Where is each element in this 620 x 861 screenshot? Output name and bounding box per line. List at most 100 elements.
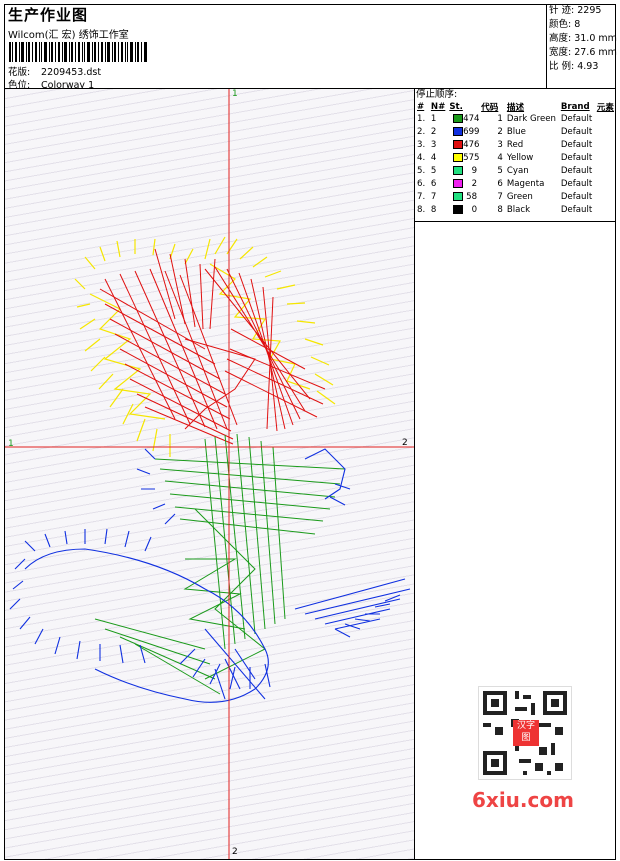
page-title: 生产作业图 bbox=[8, 6, 89, 24]
stitch-count-value: 9 bbox=[471, 166, 478, 176]
color-swatch bbox=[453, 153, 464, 162]
row-element bbox=[595, 204, 616, 217]
row-code: 8 bbox=[497, 205, 503, 215]
stop-sequence-table: # N# St. 代码 描述 Brand 元素 1. 1 474 1 Dark Gree… bbox=[415, 101, 616, 217]
row-code: 6 bbox=[497, 179, 503, 189]
watermark: 汉字图 6xiu.com bbox=[470, 680, 588, 812]
row-brand: Default bbox=[560, 140, 593, 150]
design-canvas: 1 2 1 2 bbox=[5, 89, 414, 859]
bottom-axis-marker: 2 bbox=[232, 847, 238, 857]
row-needle: 4 bbox=[430, 153, 437, 163]
row-code: 2 bbox=[497, 127, 503, 137]
table-row: 8. 8 0 8 Black Default bbox=[415, 204, 616, 217]
row-needle: 5 bbox=[430, 166, 437, 176]
row-element bbox=[595, 191, 616, 204]
table-row: 1. 1 474 1 Dark Green Default bbox=[415, 113, 616, 126]
color-count: 颜色: 8 bbox=[549, 19, 581, 30]
row-index: 2. bbox=[417, 127, 426, 137]
yellow-stitch-group bbox=[74, 236, 336, 457]
row-needle: 6 bbox=[430, 179, 437, 189]
col-header-index: # bbox=[417, 102, 425, 112]
row-description: Black bbox=[506, 205, 531, 215]
col-header-brand: Brand bbox=[560, 102, 590, 112]
row-needle: 1 bbox=[430, 114, 437, 124]
row-needle: 8 bbox=[430, 205, 437, 215]
row-code: 4 bbox=[497, 153, 503, 163]
studio-name: Wilcom(汇 宏) 绣饰工作室 bbox=[8, 30, 129, 41]
row-brand: Default bbox=[560, 179, 593, 189]
row-needle: 7 bbox=[430, 192, 437, 202]
green-stitch-group bbox=[94, 433, 346, 695]
table-row: 6. 6 2 6 Magenta Default bbox=[415, 178, 616, 191]
row-brand: Default bbox=[560, 166, 593, 176]
watermark-seal: 汉字图 bbox=[513, 720, 539, 746]
row-index: 6. bbox=[417, 179, 426, 189]
row-description: Blue bbox=[506, 127, 526, 137]
barcode bbox=[9, 42, 147, 62]
panel-divider bbox=[415, 221, 616, 222]
row-stitches: 474 bbox=[447, 113, 480, 126]
color-swatch bbox=[453, 205, 464, 214]
color-swatch bbox=[453, 166, 464, 175]
row-brand: Default bbox=[560, 153, 593, 163]
center-axes bbox=[5, 89, 414, 859]
row-index: 5. bbox=[417, 166, 426, 176]
row-brand: Default bbox=[560, 192, 593, 202]
row-needle: 2 bbox=[430, 127, 437, 137]
stitch-count-value: 474 bbox=[463, 114, 480, 124]
table-row: 3. 3 476 3 Red Default bbox=[415, 139, 616, 152]
design-file-label: 花版: bbox=[8, 67, 31, 78]
color-swatch bbox=[453, 140, 464, 149]
stitch-count-value: 575 bbox=[463, 153, 480, 163]
design-width: 宽度: 27.6 mm bbox=[549, 47, 617, 58]
row-stitches: 699 bbox=[447, 126, 480, 139]
table-row: 4. 4 575 4 Yellow Default bbox=[415, 152, 616, 165]
row-element bbox=[595, 152, 616, 165]
embroidery-preview bbox=[5, 89, 414, 859]
row-description: Magenta bbox=[506, 179, 545, 189]
row-description: Dark Green bbox=[506, 114, 557, 124]
row-element bbox=[595, 178, 616, 191]
design-scale: 比 例: 4.93 bbox=[549, 61, 599, 72]
row-brand: Default bbox=[560, 114, 593, 124]
row-stitches: 9 bbox=[447, 165, 479, 178]
table-row: 5. 5 9 5 Cyan Default bbox=[415, 165, 616, 178]
color-swatch bbox=[453, 127, 464, 136]
row-stitches: 58 bbox=[447, 191, 479, 204]
color-swatch bbox=[453, 192, 464, 201]
row-code: 5 bbox=[497, 166, 503, 176]
row-stitches: 575 bbox=[447, 152, 480, 165]
row-stitches: 476 bbox=[447, 139, 480, 152]
col-header-description: 描述 bbox=[506, 103, 525, 113]
row-needle: 3 bbox=[430, 140, 437, 150]
stitch-count-value: 58 bbox=[466, 192, 478, 202]
row-index: 8. bbox=[417, 205, 426, 215]
stop-sequence-rows: 1. 1 474 1 Dark Green Default 2. 2 699 2 Blue Defau… bbox=[415, 113, 616, 217]
stitch-count-value: 476 bbox=[463, 140, 480, 150]
stitch-count-value: 0 bbox=[471, 205, 478, 215]
watermark-text: 6xiu.com bbox=[472, 788, 574, 812]
row-index: 4. bbox=[417, 153, 426, 163]
row-element bbox=[595, 113, 616, 126]
row-element bbox=[595, 126, 616, 139]
row-element bbox=[595, 165, 616, 178]
design-height: 高度: 31.0 mm bbox=[549, 33, 617, 44]
stitch-count-value: 699 bbox=[463, 127, 480, 137]
row-brand: Default bbox=[560, 127, 593, 137]
row-index: 7. bbox=[417, 192, 426, 202]
row-stitches: 2 bbox=[447, 178, 479, 191]
col-header-code: 代码 bbox=[481, 103, 499, 113]
row-index: 1. bbox=[417, 114, 426, 124]
stop-sequence-panel: 停止顺序: # N# St. 代码 描述 Brand 元素 1. 1 474 1 Dar… bbox=[415, 89, 616, 217]
row-description: Red bbox=[506, 140, 524, 150]
row-index: 3. bbox=[417, 140, 426, 150]
row-code: 1 bbox=[497, 114, 503, 124]
right-axis-marker: 2 bbox=[402, 438, 408, 448]
top-axis-marker: 1 bbox=[232, 89, 238, 99]
header: 生产作业图 Wilcom(汇 宏) 绣饰工作室 花版: 2209453.dst … bbox=[6, 4, 546, 91]
row-description: Green bbox=[506, 192, 533, 202]
stitch-count: 针 迹: 2295 bbox=[549, 5, 602, 16]
row-description: Cyan bbox=[506, 166, 529, 176]
col-header-needle: N# bbox=[430, 102, 446, 112]
table-row: 2. 2 699 2 Blue Default bbox=[415, 126, 616, 139]
